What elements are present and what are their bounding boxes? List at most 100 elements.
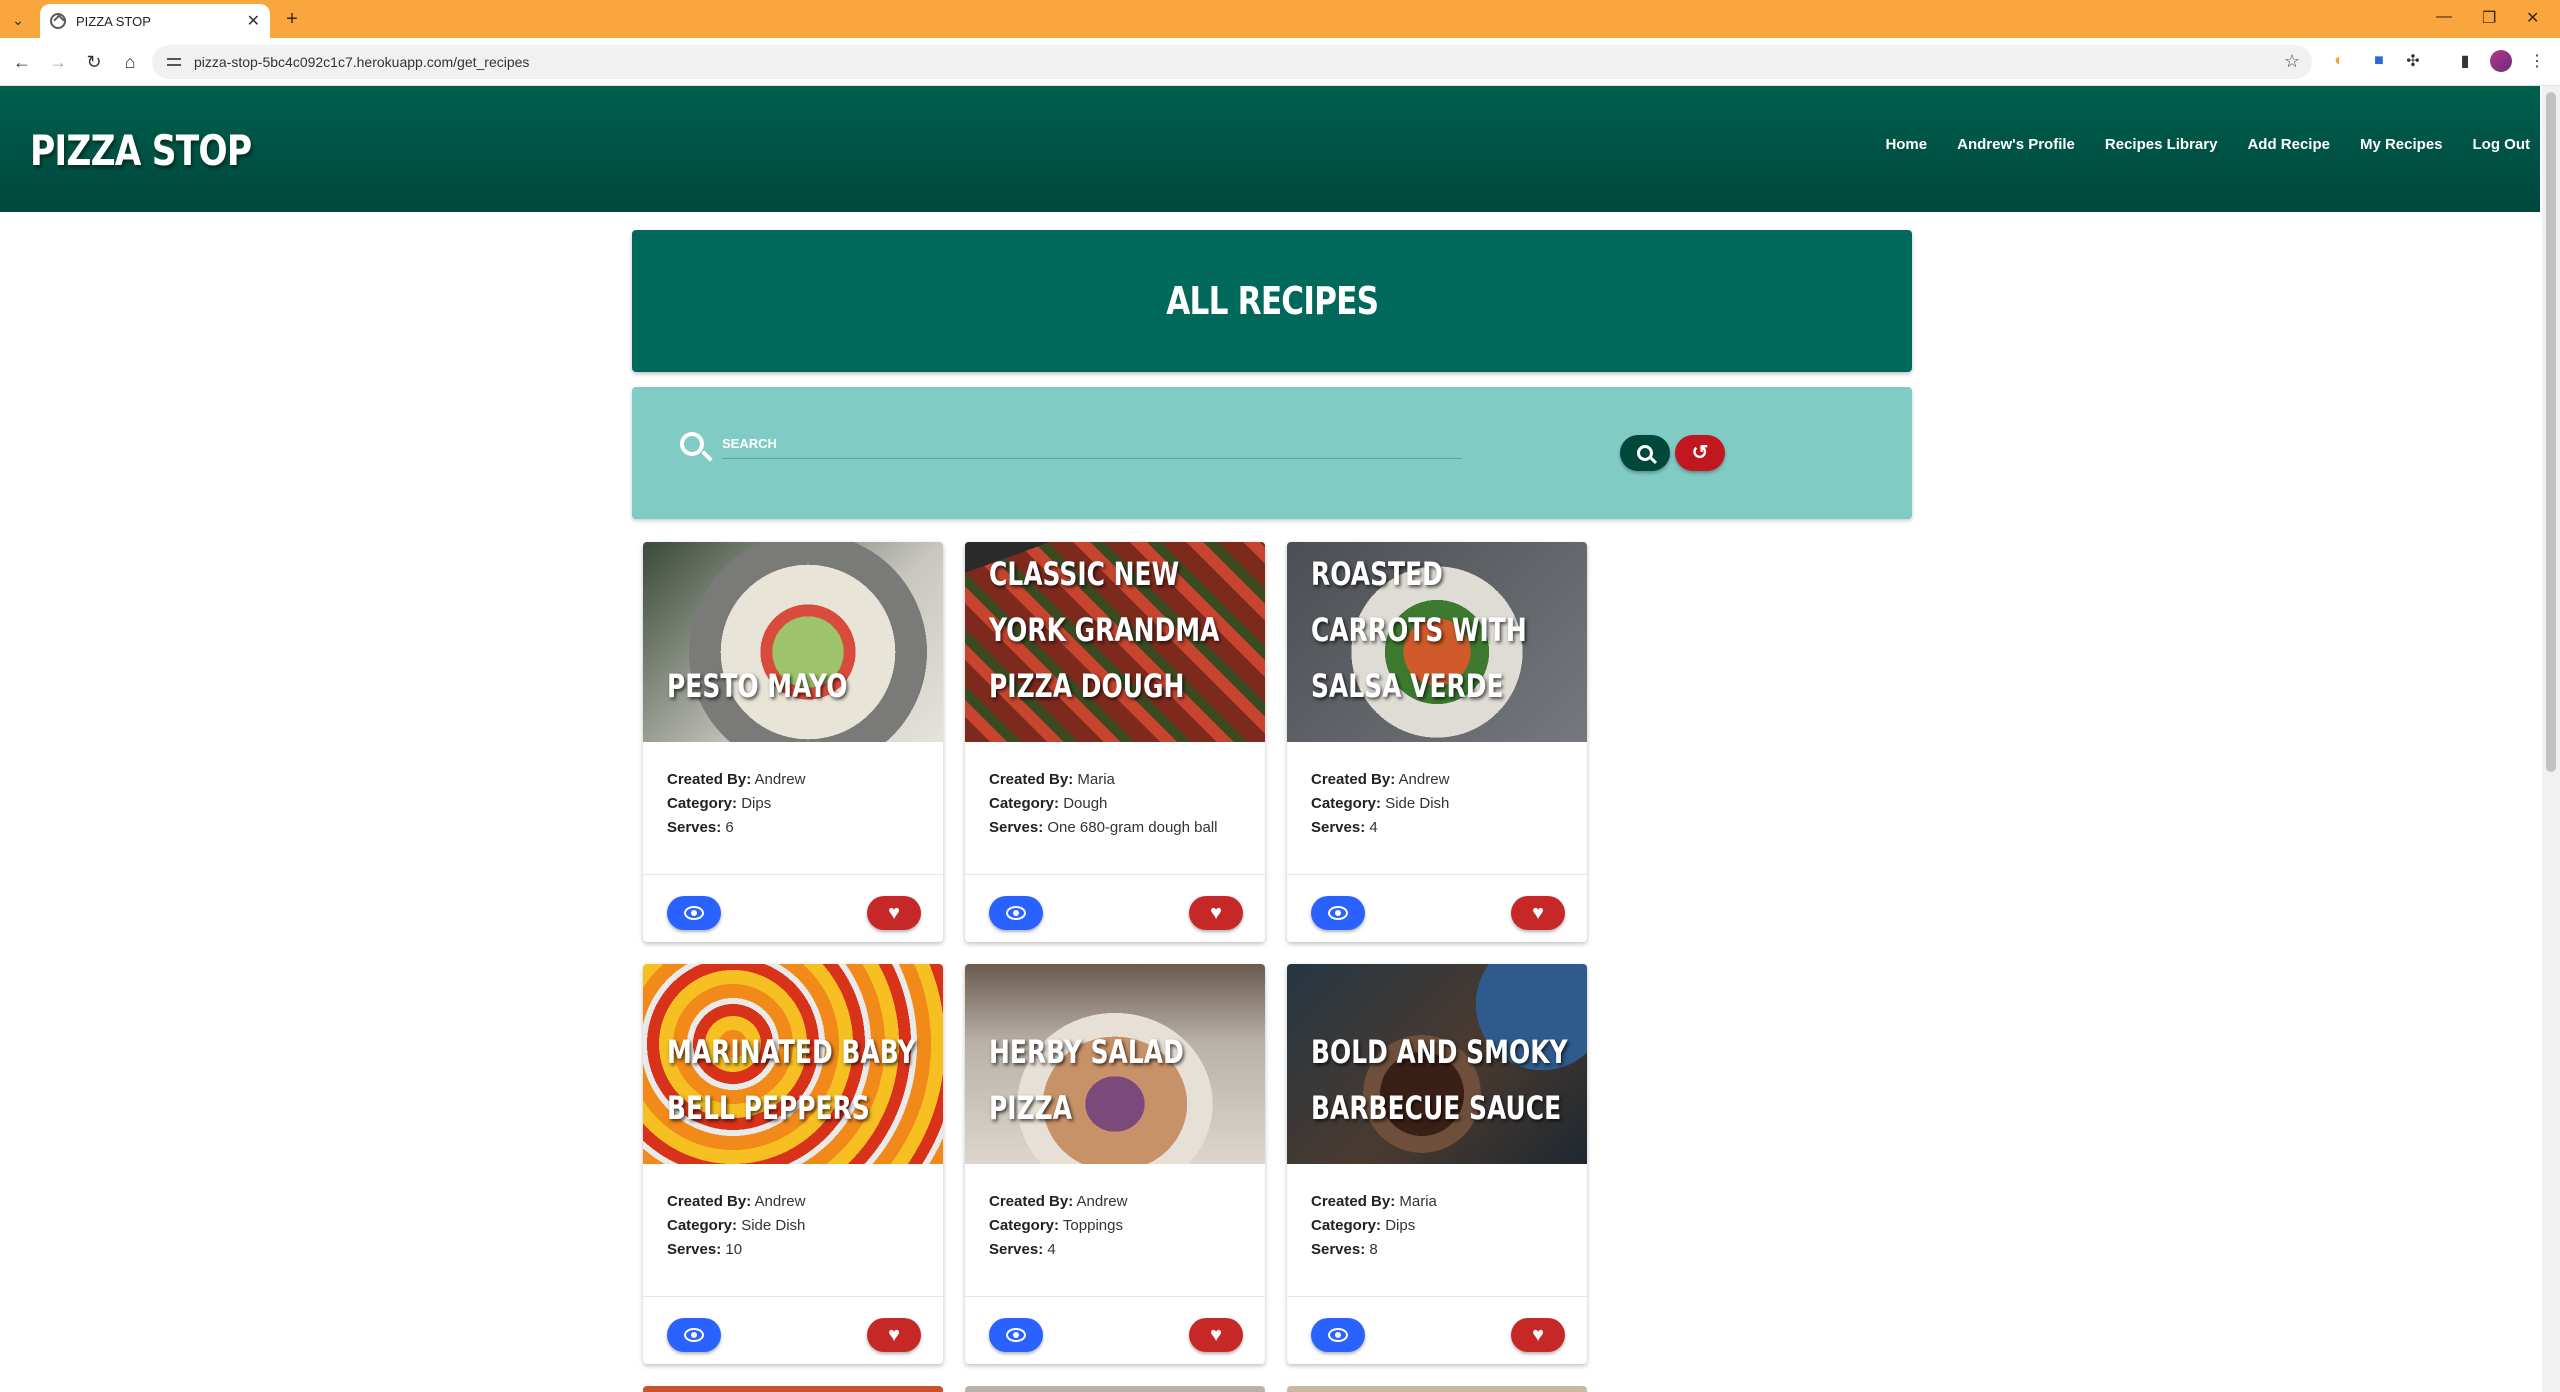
bookmark-star-icon[interactable]: ☆ xyxy=(2284,51,2300,72)
recipe-details: Created By: Andrew Category: Side Dish S… xyxy=(1311,768,1449,840)
search-icon xyxy=(680,432,704,456)
card-divider xyxy=(965,874,1265,875)
recipe-title: HERBY SALAD PIZZA xyxy=(989,1033,1184,1127)
tab-search-chevron-icon[interactable]: ⌄ xyxy=(6,8,30,32)
page-title: ALL RECIPES xyxy=(1166,279,1379,323)
recipe-card: HERBY SALAD PIZZA Created By: Andrew Cat… xyxy=(965,964,1265,1364)
site-info-icon[interactable] xyxy=(166,54,182,70)
url-text: pizza-stop-5bc4c092c1c7.herokuapp.com/ge… xyxy=(194,54,530,70)
category-value: Dips xyxy=(1385,1217,1416,1234)
category-value: Toppings xyxy=(1062,1217,1123,1234)
browser-tab[interactable]: PIZZA STOP ✕ xyxy=(40,4,270,38)
recipe-image: MARINATED BABY BELL PEPPERS xyxy=(643,964,943,1164)
recipe-details: Created By: Maria Category: Dough Serves… xyxy=(989,768,1218,840)
recipe-details: Created By: Andrew Category: Side Dish S… xyxy=(667,1190,805,1262)
heart-icon: ♥ xyxy=(888,902,900,924)
new-tab-icon[interactable]: + xyxy=(280,7,304,31)
side-panel-icon[interactable]: ▮ xyxy=(2454,50,2476,72)
recipe-title: BOLD AND SMOKY BARBECUE SAUCE xyxy=(1311,1033,1568,1127)
serves-label: Serves: xyxy=(1311,819,1366,836)
created-by-value: Andrew xyxy=(1398,771,1450,788)
recipe-title: CLASSIC NEW YORK GRANDMA PIZZA DOUGH xyxy=(989,555,1220,705)
recipe-card-next-row xyxy=(965,1386,1265,1392)
reset-search-button[interactable]: ↺ xyxy=(1675,435,1725,471)
browser-toolbar: ← → ↻ ⌂ pizza-stop-5bc4c092c1c7.herokuap… xyxy=(0,38,2560,86)
browser-menu-icon[interactable]: ⋮ xyxy=(2526,50,2548,72)
card-divider xyxy=(643,1296,943,1297)
category-value: Dips xyxy=(741,795,772,812)
extension-icon[interactable]: ◐ xyxy=(2328,50,2350,72)
extensions-icon[interactable]: ✣ xyxy=(2402,50,2424,72)
serves-value: 4 xyxy=(1047,1241,1056,1258)
category-value: Side Dish xyxy=(1385,795,1450,812)
profile-avatar[interactable] xyxy=(2490,50,2512,72)
nav-recipes-library[interactable]: Recipes Library xyxy=(2105,136,2218,153)
reload-icon[interactable]: ↻ xyxy=(82,50,106,74)
reset-icon: ↺ xyxy=(1691,442,1709,464)
favorite-recipe-button[interactable]: ♥ xyxy=(1511,896,1565,930)
tab-title: PIZZA STOP xyxy=(76,13,151,29)
back-icon[interactable]: ← xyxy=(10,50,34,74)
view-recipe-button[interactable] xyxy=(1311,1318,1365,1352)
category-label: Category: xyxy=(989,795,1060,812)
favorite-recipe-button[interactable]: ♥ xyxy=(867,896,921,930)
nav-add-recipe[interactable]: Add Recipe xyxy=(2247,136,2330,153)
search-button[interactable] xyxy=(1620,435,1670,471)
serves-value: 8 xyxy=(1369,1241,1378,1258)
card-divider xyxy=(643,874,943,875)
view-recipe-button[interactable] xyxy=(667,1318,721,1352)
created-by-value: Andrew xyxy=(754,1193,806,1210)
favorite-recipe-button[interactable]: ♥ xyxy=(1189,896,1243,930)
favorite-recipe-button[interactable]: ♥ xyxy=(867,1318,921,1352)
site-logo[interactable]: PIZZA STOP xyxy=(30,126,252,175)
favorite-recipe-button[interactable]: ♥ xyxy=(1189,1318,1243,1352)
magnifier-icon xyxy=(1637,445,1653,461)
page-scrollbar[interactable] xyxy=(2542,86,2560,1392)
eye-icon xyxy=(1328,906,1348,920)
search-input[interactable] xyxy=(722,427,1462,459)
serves-label: Serves: xyxy=(989,1241,1044,1258)
heart-icon: ♥ xyxy=(1532,902,1544,924)
close-tab-icon[interactable]: ✕ xyxy=(247,11,260,31)
heart-icon: ♥ xyxy=(888,1324,900,1346)
view-recipe-button[interactable] xyxy=(989,896,1043,930)
close-window-icon[interactable]: ✕ xyxy=(2526,8,2539,28)
restore-icon[interactable]: ❐ xyxy=(2482,8,2496,28)
address-bar[interactable]: pizza-stop-5bc4c092c1c7.herokuapp.com/ge… xyxy=(152,45,2312,79)
created-by-value: Andrew xyxy=(754,771,806,788)
eye-icon xyxy=(1328,1328,1348,1342)
view-recipe-button[interactable] xyxy=(667,896,721,930)
recipe-image: ROASTED CARROTS WITH SALSA VERDE xyxy=(1287,542,1587,742)
heart-icon: ♥ xyxy=(1210,1324,1222,1346)
created-by-value: Maria xyxy=(1077,771,1115,788)
nav-log-out[interactable]: Log Out xyxy=(2473,136,2530,153)
home-icon[interactable]: ⌂ xyxy=(118,50,142,74)
minimize-icon[interactable]: — xyxy=(2436,8,2452,26)
nav-my-recipes[interactable]: My Recipes xyxy=(2360,136,2443,153)
eye-icon xyxy=(1006,1328,1026,1342)
search-panel: ↺ xyxy=(632,387,1912,519)
scrollbar-thumb[interactable] xyxy=(2546,92,2556,772)
created-by-label: Created By: xyxy=(989,771,1074,788)
serves-label: Serves: xyxy=(989,819,1044,836)
favorite-recipe-button[interactable]: ♥ xyxy=(1511,1318,1565,1352)
recipe-image: HERBY SALAD PIZZA xyxy=(965,964,1265,1164)
recipe-details: Created By: Maria Category: Dips Serves:… xyxy=(1311,1190,1437,1262)
heart-icon: ♥ xyxy=(1210,902,1222,924)
recipe-details: Created By: Andrew Category: Toppings Se… xyxy=(989,1190,1127,1262)
recipe-card: MARINATED BABY BELL PEPPERS Created By: … xyxy=(643,964,943,1364)
category-value: Side Dish xyxy=(741,1217,806,1234)
view-recipe-button[interactable] xyxy=(1311,896,1365,930)
recipe-card-next-row xyxy=(643,1386,943,1392)
nav-profile[interactable]: Andrew's Profile xyxy=(1957,136,2075,153)
nav-home[interactable]: Home xyxy=(1885,136,1927,153)
recipe-title: ROASTED CARROTS WITH SALSA VERDE xyxy=(1311,555,1527,705)
globe-icon xyxy=(50,13,66,29)
forward-icon[interactable]: → xyxy=(46,50,70,74)
created-by-label: Created By: xyxy=(667,1193,752,1210)
view-recipe-button[interactable] xyxy=(989,1318,1043,1352)
eye-icon xyxy=(684,906,704,920)
card-divider xyxy=(965,1296,1265,1297)
serves-label: Serves: xyxy=(667,819,722,836)
extension-puzzle-badge-icon[interactable]: ■ xyxy=(2368,50,2390,72)
